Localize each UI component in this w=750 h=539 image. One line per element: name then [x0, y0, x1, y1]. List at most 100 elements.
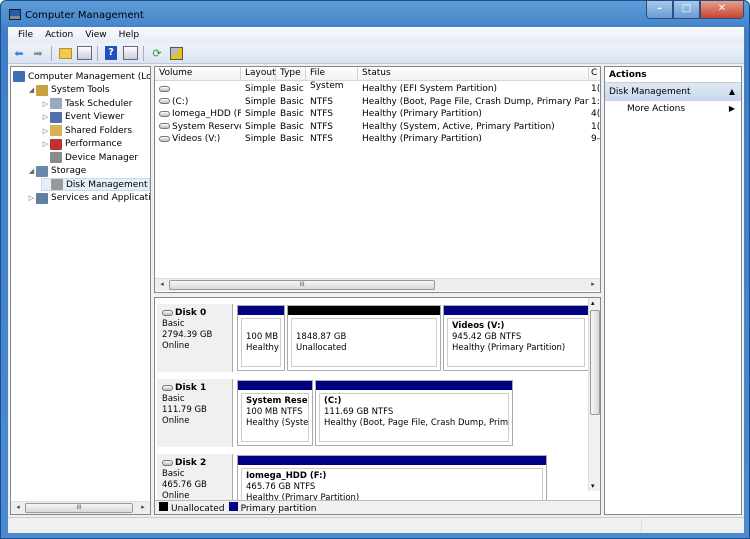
tree-item[interactable]: ◢ System Tools [27, 84, 110, 97]
toolbar-separator [51, 45, 52, 61]
event-viewer-icon [50, 111, 62, 123]
tree-item[interactable]: ▷ Shared Folders [41, 124, 132, 137]
disk-size: 465.76 GB [162, 480, 207, 490]
col-layout[interactable]: Layout [241, 67, 276, 81]
tree-item[interactable]: ▷ Services and Applications [27, 192, 150, 205]
expander-icon[interactable]: ◢ [27, 167, 36, 175]
toolbar-separator [143, 45, 144, 61]
partition-block[interactable]: 100 MBHealthy (I [237, 305, 285, 371]
expander-icon[interactable]: ▷ [41, 100, 50, 108]
disk-icon [162, 459, 173, 466]
col-type[interactable]: Type [276, 67, 306, 81]
show-hide-tree-icon[interactable] [76, 45, 92, 61]
partition-title: Iomega_HDD (F:) [246, 471, 327, 481]
expander-icon[interactable]: ▷ [41, 127, 50, 135]
disk-management-icon [51, 179, 63, 190]
partition-size: 100 MB NTFS [246, 407, 303, 417]
partition-info: Videos (V:) 945.42 GB NTFS Healthy (Primar… [447, 318, 585, 367]
col-capacity[interactable]: C [589, 67, 600, 81]
client-area: File Action View Help ⬅ ➡ ? ⟳ Computer M… [8, 27, 744, 533]
help-icon[interactable]: ? [103, 45, 119, 61]
action-label: More Actions [627, 104, 686, 114]
expander-icon[interactable]: ▷ [41, 113, 50, 121]
close-button[interactable]: ✕ [700, 1, 744, 19]
disk-graphical-view: Disk 0 Basic 2794.39 GB Online 100 MB Healthy… [154, 297, 601, 515]
partition-title-empty [296, 321, 432, 332]
actions-section-disk-management[interactable]: Disk Management ▲ [605, 83, 741, 101]
expander-icon[interactable]: ▷ [41, 140, 50, 148]
collapse-icon[interactable]: ▲ [729, 83, 735, 101]
scroll-left-arrow[interactable]: ◂ [13, 503, 23, 511]
tree-item[interactable]: ▷ Task Scheduler [41, 97, 132, 110]
list-horizontal-scrollbar[interactable]: ◂ III ▸ [155, 278, 600, 291]
table-row[interactable]: Videos (V:) Simple Basic NTFS Healthy (Prima… [155, 133, 600, 146]
menu-view[interactable]: View [79, 27, 112, 43]
tree-item-label: Shared Folders [65, 125, 133, 136]
disk-type: Basic [162, 394, 185, 404]
action-more-actions[interactable]: More Actions ▶ [605, 101, 741, 117]
cell-volume: (C:) [155, 96, 241, 109]
minimize-button[interactable]: – [646, 1, 673, 19]
scroll-thumb[interactable]: III [169, 280, 435, 290]
cell-fs: NTFS [310, 121, 333, 132]
partition-block[interactable]: System Reserve100 MB NTFSHealthy (System… [237, 380, 313, 446]
col-volume[interactable]: Volume [155, 67, 241, 81]
actions-pane: Actions Disk Management ▲ More Actions ▶ [604, 66, 742, 515]
back-icon[interactable]: ⬅ [11, 45, 27, 61]
tree-item[interactable]: ▷ Event Viewer [41, 111, 124, 124]
cell-layout: Simple [245, 96, 276, 107]
tree-item[interactable]: Computer Management (Local [13, 70, 150, 83]
col-file-system[interactable]: File System [306, 67, 358, 91]
tree-item[interactable]: ◢ Storage [27, 165, 86, 178]
col-status[interactable]: Status [358, 67, 589, 81]
scroll-down-arrow[interactable]: ▾ [591, 482, 595, 490]
tree-horizontal-scrollbar[interactable]: ◂ III ▸ [11, 501, 150, 514]
forward-icon[interactable]: ➡ [30, 45, 46, 61]
expander-icon[interactable]: ▷ [27, 194, 36, 202]
disk-label[interactable]: Disk 1 Basic 111.79 GB Online [157, 379, 233, 447]
cell-type: Basic [280, 84, 304, 94]
show-hide-action-pane-icon[interactable] [122, 45, 138, 61]
partition-status: Healthy (I [246, 343, 280, 353]
partition-title-empty [246, 321, 276, 332]
properties-icon[interactable] [168, 45, 184, 61]
cell-capacity: 1( [591, 121, 601, 132]
scroll-up-arrow[interactable]: ▴ [591, 299, 595, 307]
disk-label[interactable]: Disk 0 Basic 2794.39 GB Online [157, 304, 233, 372]
graph-vertical-scrollbar[interactable]: ▴ ▾ [588, 298, 600, 491]
table-row[interactable]: System Reserved Simple Basic NTFS Healthy (S… [155, 121, 600, 134]
legend: Unallocated Primary partition [155, 500, 600, 514]
refresh-icon[interactable]: ⟳ [149, 45, 165, 61]
menu-action[interactable]: Action [39, 27, 79, 43]
partition-block[interactable]: 1848.87 GB Unallocated [287, 305, 441, 371]
partition-size: 100 MB [246, 332, 279, 342]
cell-status: Healthy (System, Active, Primary Partiti… [362, 121, 555, 132]
table-row[interactable]: Simple Basic Healthy (EFI System Partition… [155, 83, 600, 96]
scroll-thumb[interactable]: III [25, 503, 133, 513]
tree-item[interactable]: Disk Management [41, 178, 150, 191]
window-title: Computer Management [25, 10, 144, 21]
expander-icon[interactable]: ◢ [27, 86, 36, 94]
cell-capacity: 1: [591, 96, 600, 107]
table-row[interactable]: (C:) Simple Basic NTFS Healthy (Boot, Page F… [155, 96, 600, 109]
scroll-thumb[interactable] [590, 310, 600, 415]
disk-icon [162, 309, 173, 316]
status-pane [641, 519, 744, 533]
disk-name: Disk 0 [175, 308, 207, 318]
tree-item-label: Device Manager [65, 152, 139, 163]
scroll-right-arrow[interactable]: ▸ [588, 280, 598, 288]
up-folder-icon[interactable] [57, 45, 73, 61]
maximize-button[interactable]: □ [673, 1, 700, 19]
menu-file[interactable]: File [12, 27, 39, 43]
table-row[interactable]: Iomega_HDD (F:) Simple Basic NTFS Healthy (P… [155, 108, 600, 121]
partition-block[interactable]: (C:) 111.69 GB NTFS Healthy (Boot, Page Fi… [315, 380, 513, 446]
cell-type: Basic [280, 109, 304, 120]
menu-help[interactable]: Help [113, 27, 146, 43]
cell-status: Healthy (EFI System Partition) [362, 84, 498, 94]
scroll-right-arrow[interactable]: ▸ [138, 503, 148, 511]
tree-item[interactable]: ▷ Performance [41, 138, 122, 151]
partition-block[interactable]: Videos (V:) 945.42 GB NTFS Healthy (Primar… [443, 305, 589, 371]
scroll-left-arrow[interactable]: ◂ [157, 280, 167, 288]
tree-item[interactable]: Device Manager [41, 151, 138, 164]
volume-icon [159, 85, 170, 92]
